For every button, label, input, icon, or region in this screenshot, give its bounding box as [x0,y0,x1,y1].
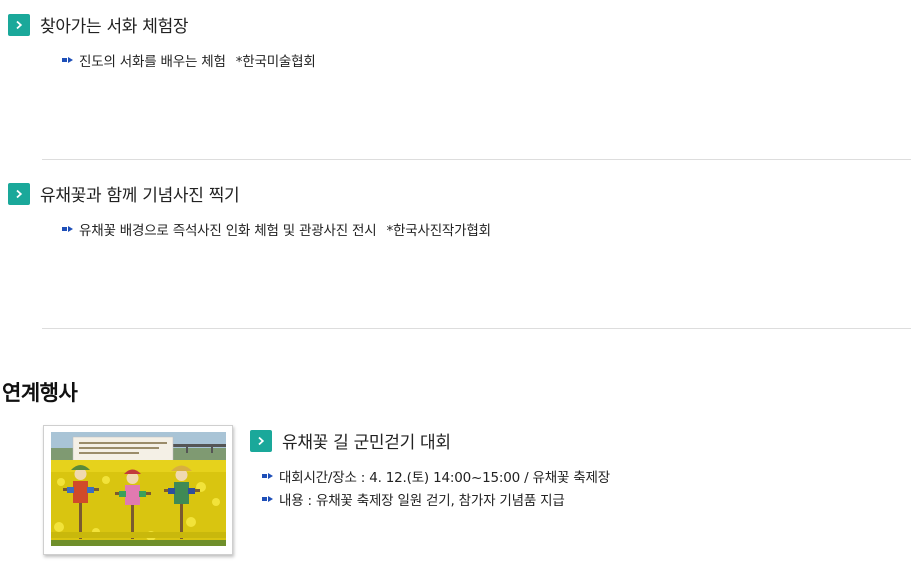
chevron-right-icon [250,429,272,452]
event-detail: 내용 : 유채꽃 축제장 일원 걷기, 참가자 기념품 지급 [262,489,565,509]
arrow-bullet-icon [62,226,74,232]
program-organizer: *한국미술협회 [235,54,316,70]
event-detail: 대회시간/장소 : 4. 12.(토) 14:00~15:00 / 유채꽃 축제… [262,466,610,486]
program-detail: 유채꽃 배경으로 즉석사진 인화 체험 및 관광사진 전시 *한국사진작가협회 [62,219,491,239]
arrow-bullet-icon [62,57,74,63]
program-organizer: *한국사진작가협회 [386,223,491,239]
canola-field-scarecrows-photo [51,432,226,546]
chevron-right-icon [8,182,30,205]
program-detail: 진도의 서화를 배우는 체험 *한국미술협회 [62,50,316,70]
section-divider [42,159,911,160]
event-time-place: 대회시간/장소 : 4. 12.(토) 14:00~15:00 / 유채꽃 축제… [279,470,610,486]
event-content: 내용 : 유채꽃 축제장 일원 걷기, 참가자 기념품 지급 [279,493,565,509]
event-title: 유채꽃 길 군민걷기 대회 [282,433,451,453]
event-header: 유채꽃 길 군민걷기 대회 [250,428,451,453]
chevron-right-icon [8,13,30,36]
section-heading: 연계행사 [2,381,78,405]
program-description: 유채꽃 배경으로 즉석사진 인화 체험 및 관광사진 전시 [79,223,377,239]
program-header: 유채꽃과 함께 기념사진 찍기 [8,181,240,206]
program-title: 찾아가는 서화 체험장 [40,17,189,37]
section-divider [42,328,911,329]
program-title: 유채꽃과 함께 기념사진 찍기 [40,186,240,206]
event-photo [43,425,233,555]
arrow-bullet-icon [262,473,274,479]
arrow-bullet-icon [262,496,274,502]
program-description: 진도의 서화를 배우는 체험 [79,54,226,70]
program-header: 찾아가는 서화 체험장 [8,12,189,37]
